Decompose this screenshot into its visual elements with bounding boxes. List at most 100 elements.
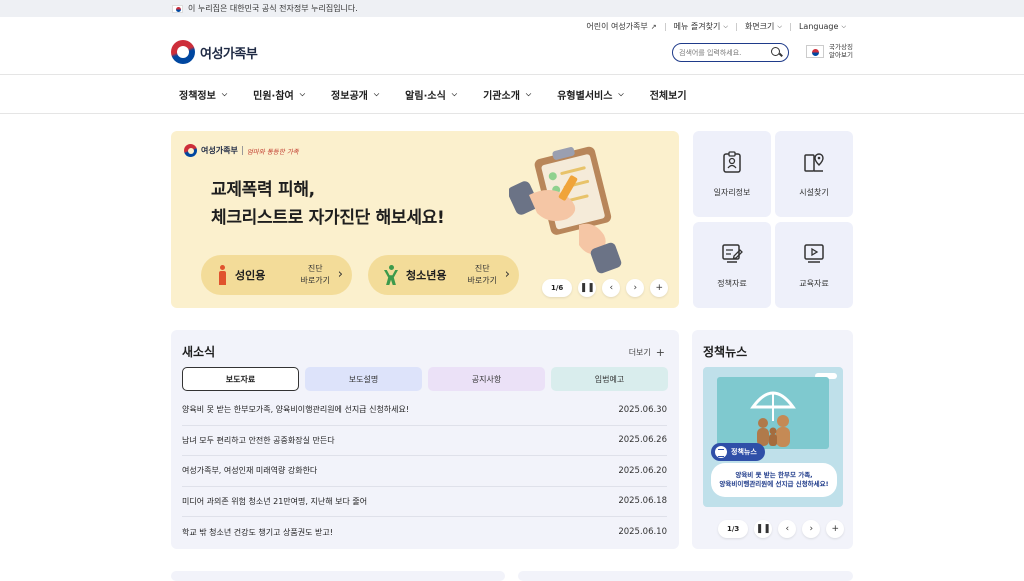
nav-label: 민원·참여 (253, 90, 294, 102)
video-play-icon (804, 244, 824, 263)
chevron-down-icon: ⌵ (618, 89, 624, 98)
adult-diagnosis-button[interactable]: 성인용 진단바로가기 › (201, 255, 352, 295)
nav-label: 정보공개 (331, 90, 368, 102)
map-pin-icon (804, 153, 824, 172)
national-symbol-link[interactable]: 국가상징 알아보기 (806, 43, 857, 59)
policy-news-title: 정책뉴스 (703, 345, 748, 359)
kids-site-link[interactable]: 어린이 여성가족부 ↗ (578, 21, 664, 32)
language-dropdown[interactable]: Language ⌵ (791, 22, 854, 31)
tab-notice[interactable]: 공지사항 (428, 367, 545, 391)
hero-title-line: 체크리스트로 자가진단 해보세요! (211, 208, 445, 228)
nav-item-news[interactable]: 알림·소식 ⌵ (405, 87, 457, 102)
utility-menu: 어린이 여성가족부 ↗ 메뉴 즐겨찾기 ⌵ 화면크기 ⌵ Language ⌵ (578, 21, 854, 32)
news-row[interactable]: 미디어 과의존 위험 청소년 21만여명, 지난해 보다 줄어 2025.06.1… (182, 487, 667, 517)
gov-banner[interactable]: 이 누리집은 대한민국 공식 전자정부 누리집입니다. (0, 0, 1024, 17)
list-icon (715, 446, 727, 458)
caption-line: 양육비 못 받는 한부모 가족, (735, 471, 813, 479)
adult-person-icon (217, 265, 227, 285)
more-link[interactable]: 더보기 + (629, 346, 665, 359)
hero-title: 교제폭력 피해, 체크리스트로 자가진단 해보세요! (211, 176, 445, 232)
korea-flag-icon (172, 4, 183, 13)
checklist-clipboard-illustration (509, 146, 622, 274)
tab-press-explanation[interactable]: 보도설명 (305, 367, 422, 391)
site-logo[interactable]: 여성가족부 (171, 40, 258, 64)
search-input[interactable] (679, 48, 769, 57)
quick-link-label: 정책자료 (717, 279, 747, 288)
news-row[interactable]: 남녀 모두 편리하고 안전한 공중화장실 만든다 2025.06.26 (182, 426, 667, 456)
quick-link-policy-data[interactable]: 정책자료 (693, 222, 771, 308)
hero-banner[interactable]: 여성가족부 엄마와 동등한 가족 교제폭력 피해, 체크리스트로 자가진단 해보… (171, 131, 679, 308)
nav-label: 유형별서비스 (557, 90, 613, 102)
menu-favorites-label: 메뉴 즐겨찾기 (673, 22, 721, 31)
nav-label: 정책정보 (179, 90, 216, 102)
slide-counter: 1/3 (718, 520, 749, 538)
next-button[interactable]: › (626, 279, 645, 297)
expand-button[interactable]: + (826, 520, 845, 538)
news-row[interactable]: 학교 밖 청소년 건강도 챙기고 상품권도 받고! 2025.06.10 (182, 517, 667, 548)
nav-label: 기관소개 (483, 90, 520, 102)
go-line: 진단 (307, 264, 323, 273)
policy-card-caption: 양육비 못 받는 한부모 가족, 양육비이행관리원에 선지급 신청하세요! (711, 463, 837, 497)
hero-title-line: 교제폭력 피해, (211, 180, 315, 200)
nav-item-about[interactable]: 기관소개 ⌵ (483, 87, 531, 102)
korea-flag-icon (806, 44, 824, 58)
news-row[interactable]: 여성가족부, 여성인재 미래역량 강화한다 2025.06.20 (182, 456, 667, 487)
umbrella-family-image (717, 377, 829, 449)
tab-press-release[interactable]: 보도자료 (182, 367, 299, 391)
chevron-down-icon: ⌵ (525, 89, 532, 98)
hero-logo-text: 여성가족부 (201, 146, 238, 155)
chevron-right-icon: › (337, 267, 343, 282)
taegeuk-logo-icon (184, 144, 197, 157)
quick-link-label: 시설찾기 (799, 188, 829, 197)
kids-site-label: 어린이 여성가족부 (586, 22, 648, 31)
prev-button[interactable]: ‹ (778, 520, 797, 538)
quick-link-label: 일자리정보 (713, 188, 751, 197)
news-list: 양육비 못 받는 한부모가족, 양육비이행관리원에 선지급 신청하세요! 2025… (182, 395, 667, 548)
policy-news-card[interactable]: 정책뉴스 양육비 못 받는 한부모 가족, 양육비이행관리원에 선지급 신청하세… (703, 367, 843, 507)
caption-line: 양육비이행관리원에 선지급 신청하세요! (719, 480, 829, 488)
more-label: 더보기 (628, 348, 651, 357)
hero-slider-controls: 1/6 ❚❚ ‹ › + (542, 279, 669, 297)
button-label: 성인용 (235, 269, 266, 282)
nav-label: 알림·소식 (405, 90, 446, 102)
quick-link-jobs[interactable]: 일자리정보 (693, 131, 771, 217)
youth-diagnosis-button[interactable]: 청소년용 진단 바로가기 › (368, 255, 519, 295)
bottom-card (518, 571, 853, 581)
gov-banner-text: 이 누리집은 대한민국 공식 전자정부 누리집입니다. (188, 4, 358, 13)
nav-item-policy[interactable]: 정책정보 ⌵ (179, 87, 227, 102)
badge-label: 정책뉴스 (731, 448, 757, 456)
news-row-title: 학교 밖 청소년 건강도 챙기고 상품권도 받고! (182, 527, 333, 537)
news-row-title: 미디어 과의존 위험 청소년 21만여명, 지난해 보다 줄어 (182, 496, 368, 506)
nav-item-disclosure[interactable]: 정보공개 ⌵ (331, 87, 379, 102)
menu-favorites-dropdown[interactable]: 메뉴 즐겨찾기 ⌵ (666, 21, 736, 32)
search-icon[interactable] (771, 47, 782, 58)
chevron-down-icon: ⌵ (221, 89, 228, 98)
expand-button[interactable]: + (650, 279, 669, 297)
next-button[interactable]: › (802, 520, 821, 538)
quick-link-facilities[interactable]: 시설찾기 (775, 131, 853, 217)
taegeuk-logo-icon (171, 40, 195, 64)
logo-text: 여성가족부 (200, 46, 258, 62)
hero-slogan: 엄마와 동등한 가족 (246, 147, 299, 156)
youth-person-icon (384, 265, 398, 285)
nav-item-civil[interactable]: 민원·참여 ⌵ (253, 87, 305, 102)
umbrella-figures-illustration (750, 391, 796, 447)
go-line: 바로가기 (300, 276, 330, 285)
prev-button[interactable]: ‹ (602, 279, 621, 297)
nav-item-all[interactable]: 전체보기 (650, 87, 687, 102)
policy-news-badge: 정책뉴스 (711, 443, 765, 461)
news-row-title: 여성가족부, 여성인재 미래역량 강화한다 (182, 466, 318, 476)
zoom-dropdown[interactable]: 화면크기 ⌵ (737, 21, 790, 32)
id-card-icon (723, 151, 741, 173)
pause-button[interactable]: ❚❚ (754, 520, 773, 538)
chevron-down-icon: ⌵ (451, 89, 458, 98)
search-box (672, 43, 789, 62)
quick-link-education[interactable]: 교육자료 (775, 222, 853, 308)
news-row-date: 2025.06.10 (618, 527, 667, 538)
language-label: Language (798, 22, 839, 31)
chevron-down-icon: ⌵ (777, 22, 782, 30)
nav-item-services[interactable]: 유형별서비스 ⌵ (557, 87, 624, 102)
news-row[interactable]: 양육비 못 받는 한부모가족, 양육비이행관리원에 선지급 신청하세요! 2025… (182, 395, 667, 426)
tab-legislation[interactable]: 입법예고 (551, 367, 668, 391)
pause-button[interactable]: ❚❚ (578, 279, 597, 297)
